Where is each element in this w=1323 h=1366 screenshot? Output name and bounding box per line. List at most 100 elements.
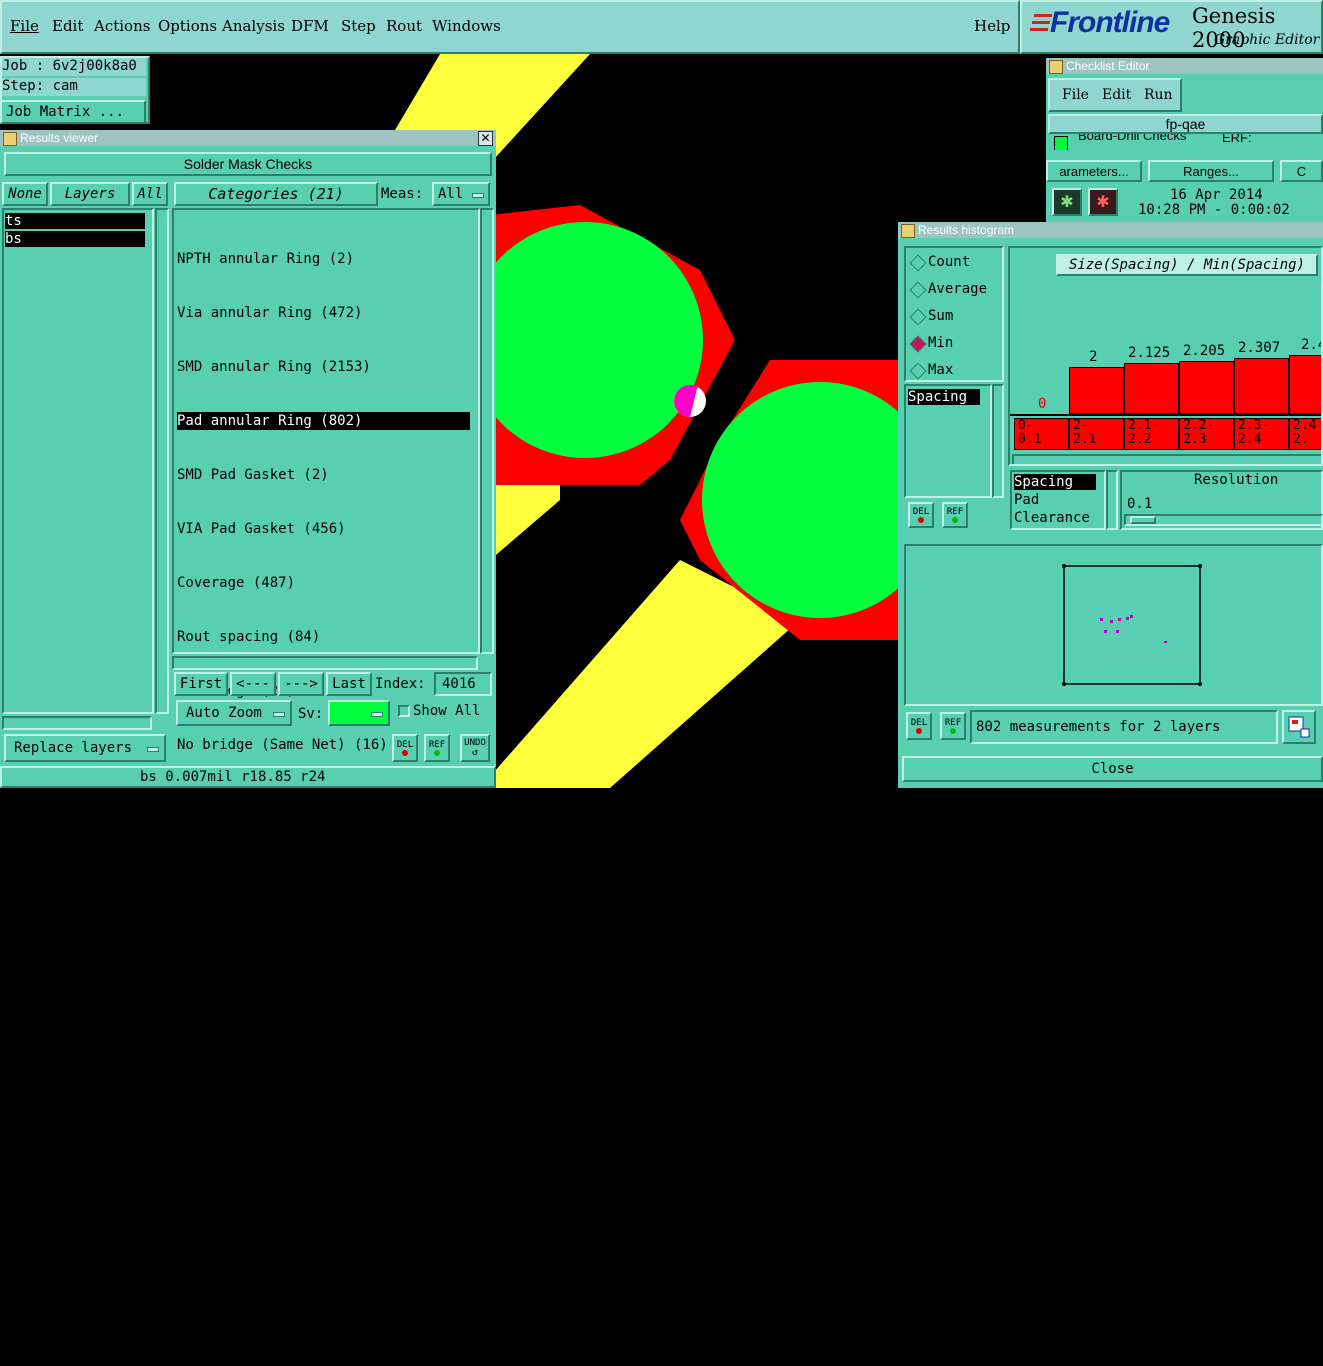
histogram-bin-label[interactable]: 2- 2.1 bbox=[1069, 418, 1124, 450]
prev-button[interactable]: <--- bbox=[230, 672, 276, 696]
mode-average-label[interactable]: Average bbox=[928, 281, 987, 297]
mode-count-label[interactable]: Count bbox=[928, 254, 970, 270]
layers-hscrollbar[interactable] bbox=[2, 716, 152, 730]
layers-list[interactable] bbox=[2, 208, 154, 714]
checklist-menu-edit[interactable]: Edit bbox=[1102, 87, 1131, 103]
category-item[interactable]: SM local spacing (161) bbox=[177, 952, 470, 970]
preview-ref-button[interactable]: REF bbox=[940, 712, 966, 740]
hist-ref-button[interactable]: REF bbox=[942, 502, 968, 528]
ranges-button[interactable]: Ranges... bbox=[1148, 160, 1274, 182]
meas-dropdown[interactable]: All bbox=[432, 182, 490, 206]
last-button[interactable]: Last bbox=[326, 672, 372, 696]
category-item[interactable]: Coverage (487) bbox=[177, 574, 470, 592]
none-button[interactable]: None bbox=[2, 182, 48, 206]
resolution-slider-thumb[interactable] bbox=[1130, 516, 1156, 524]
sv-color-dropdown[interactable] bbox=[328, 700, 390, 726]
categories-hscrollbar[interactable] bbox=[172, 656, 478, 670]
category-item[interactable]: Pad to Non-Pad Spacing (12) bbox=[177, 1060, 470, 1078]
category-item-selected[interactable]: Pad annular Ring (802) bbox=[177, 412, 470, 430]
window-menu-icon[interactable] bbox=[3, 132, 17, 146]
histogram-bar[interactable] bbox=[1069, 367, 1124, 414]
measure-item-spacing[interactable]: Spacing bbox=[908, 389, 980, 405]
ref-button[interactable]: REF bbox=[424, 734, 450, 762]
histogram-bin-label[interactable]: 2.1- 2.2 bbox=[1124, 418, 1179, 450]
show-all-checkbox[interactable] bbox=[398, 705, 410, 717]
histogram-bin-label[interactable]: 0- 0.1 bbox=[1014, 418, 1069, 450]
category-item[interactable]: Partial Clearance on VIA drilled bbox=[177, 1222, 470, 1240]
menu-analysis[interactable]: Analysis bbox=[222, 17, 285, 35]
histogram-bar[interactable] bbox=[1179, 361, 1234, 414]
category-item[interactable]: SMD annular Ring (2153) bbox=[177, 358, 470, 376]
next-button[interactable]: ---> bbox=[278, 672, 324, 696]
results-viewer-titlebar[interactable]: Results viewer ✕ bbox=[0, 130, 496, 146]
mode-sum-label[interactable]: Sum bbox=[928, 308, 953, 324]
category-item[interactable]: Feature too small to check (118) bbox=[177, 1330, 470, 1348]
category-item[interactable]: SMD Pad Gasket (2) bbox=[177, 466, 470, 484]
replace-layers-dropdown[interactable]: Replace layers bbox=[4, 734, 166, 762]
field-item-spacing[interactable]: Spacing bbox=[1014, 474, 1096, 490]
histogram-close-button[interactable]: Close bbox=[902, 756, 1323, 782]
c-button[interactable]: C bbox=[1280, 160, 1323, 182]
measure-list-scrollbar[interactable] bbox=[992, 384, 1004, 498]
categories-button[interactable]: Categories (21) bbox=[174, 182, 378, 206]
menu-options[interactable]: Options bbox=[158, 17, 217, 35]
layers-button[interactable]: Layers bbox=[50, 182, 130, 206]
export-button[interactable] bbox=[1282, 710, 1316, 744]
menu-dfm[interactable]: DFM bbox=[291, 17, 329, 35]
first-button[interactable]: First bbox=[174, 672, 228, 696]
preview-del-button[interactable]: DEL bbox=[906, 712, 932, 740]
results-histogram-titlebar[interactable]: Results histogram bbox=[898, 222, 1323, 238]
checklist-menu-run[interactable]: Run bbox=[1144, 87, 1173, 103]
field-item-pad[interactable]: Pad bbox=[1014, 492, 1039, 508]
hist-del-button[interactable]: DEL bbox=[908, 502, 934, 528]
del-button[interactable]: DEL bbox=[392, 734, 418, 762]
auto-zoom-dropdown[interactable]: Auto Zoom bbox=[176, 700, 292, 726]
histogram-bin-label[interactable]: 2.2- 2.3 bbox=[1179, 418, 1234, 450]
histogram-bar[interactable] bbox=[1124, 363, 1179, 414]
parameters-button[interactable]: arameters... bbox=[1046, 160, 1142, 182]
category-item[interactable]: SMDs Clearance Bridge (26) bbox=[177, 844, 470, 862]
close-icon[interactable]: ✕ bbox=[478, 131, 493, 146]
window-menu-icon[interactable] bbox=[901, 224, 915, 238]
mode-min-label[interactable]: Min bbox=[928, 335, 953, 351]
category-item[interactable]: Missing Undrilled Pad clearance ( bbox=[177, 1168, 470, 1186]
histogram-bin-label[interactable]: 2.4 2. bbox=[1289, 418, 1321, 450]
histogram-bar[interactable] bbox=[1289, 355, 1321, 414]
category-item[interactable]: Clearance to Clearance Connection bbox=[177, 1276, 470, 1294]
histogram-bar[interactable] bbox=[1234, 358, 1289, 414]
checklist-editor-titlebar[interactable]: Checklist Editor bbox=[1046, 58, 1323, 74]
field-list-scrollbar[interactable] bbox=[1106, 470, 1118, 530]
run-check-button[interactable]: ✱ bbox=[1052, 188, 1082, 216]
categories-vscrollbar[interactable] bbox=[480, 208, 494, 654]
menu-edit[interactable]: Edit bbox=[52, 17, 83, 35]
undo-button[interactable]: UNDO ↺ bbox=[460, 734, 490, 762]
all-layers-button[interactable]: All bbox=[132, 182, 168, 206]
category-item[interactable]: VIA Pad Gasket (456) bbox=[177, 520, 470, 538]
window-menu-icon[interactable] bbox=[1049, 60, 1063, 74]
category-item[interactable]: SM slivers (123) bbox=[177, 898, 470, 916]
category-item[interactable]: No Bridge (SMD Pads) (60) bbox=[177, 790, 470, 808]
category-item[interactable]: Via annular Ring (472) bbox=[177, 304, 470, 322]
mode-max-label[interactable]: Max bbox=[928, 362, 953, 378]
checklist-item-row[interactable]: Board-Drill Checks ERF: bbox=[1050, 134, 1323, 150]
histogram-chart[interactable]: Size(Spacing) / Min(Spacing) 0 2 2.125 2.20… bbox=[1008, 246, 1323, 466]
layer-item-bs[interactable]: bs bbox=[5, 231, 145, 247]
menu-windows[interactable]: Windows bbox=[432, 17, 501, 35]
layers-vscrollbar[interactable] bbox=[155, 208, 169, 714]
layer-item-ts[interactable]: ts bbox=[5, 213, 145, 229]
category-item[interactable]: Pad to Pad Spacing (250) bbox=[177, 1006, 470, 1024]
stop-check-button[interactable]: ✱ bbox=[1088, 188, 1118, 216]
job-matrix-button[interactable]: Job Matrix ... bbox=[0, 100, 146, 124]
field-item-clearance[interactable]: Clearance bbox=[1014, 510, 1090, 526]
menu-help[interactable]: Help bbox=[974, 17, 1010, 35]
checklist-menu-file[interactable]: File bbox=[1062, 87, 1089, 103]
category-item[interactable]: Rout spacing (84) bbox=[177, 628, 470, 646]
menu-file[interactable]: File bbox=[10, 17, 39, 35]
category-item[interactable]: NPTH annular Ring (2) bbox=[177, 250, 470, 268]
chart-hscrollbar[interactable] bbox=[1012, 454, 1321, 464]
menu-actions[interactable]: Actions bbox=[94, 17, 150, 35]
index-input[interactable]: 4016 bbox=[434, 672, 492, 696]
histogram-bin-label[interactable]: 2.3- 2.4 bbox=[1234, 418, 1289, 450]
menu-step[interactable]: Step bbox=[341, 17, 376, 35]
menu-rout[interactable]: Rout bbox=[386, 17, 422, 35]
